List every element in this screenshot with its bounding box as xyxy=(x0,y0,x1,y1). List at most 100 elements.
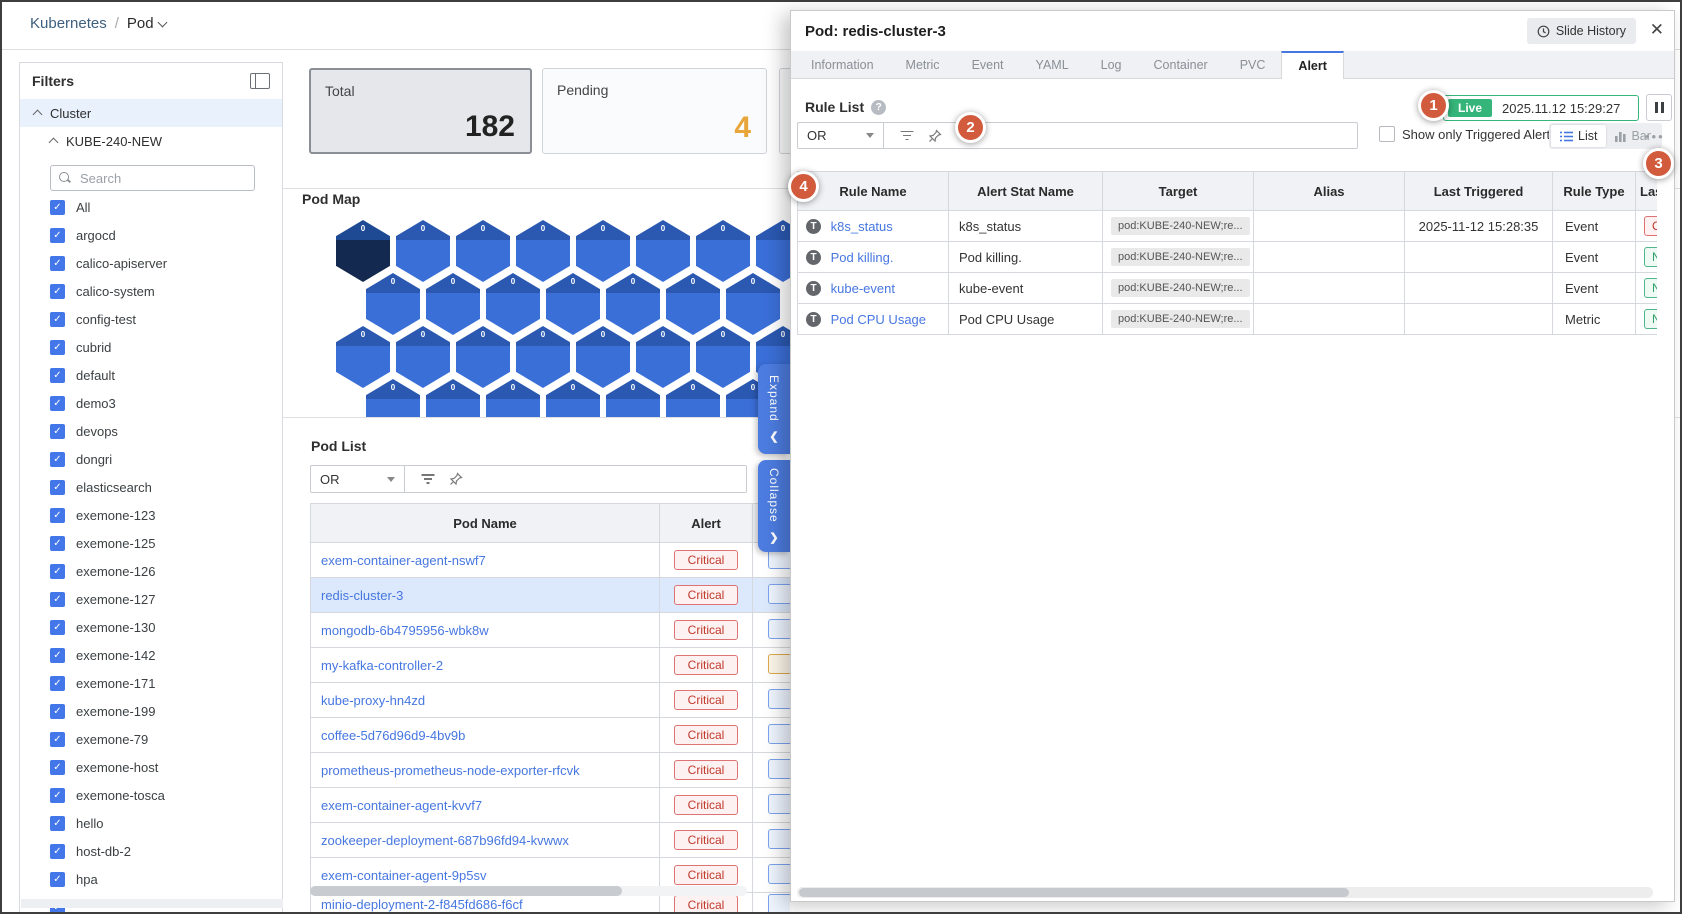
filter-icon[interactable] xyxy=(421,473,435,485)
pod-hexagon[interactable]: 0 xyxy=(726,273,780,335)
help-icon[interactable]: ? xyxy=(871,99,887,115)
namespace-item[interactable]: ✓ exemone-host xyxy=(50,760,282,775)
pod-hexagon[interactable]: 0 xyxy=(456,220,510,282)
panel-tab-alert[interactable]: Alert xyxy=(1281,51,1344,79)
pin-icon[interactable] xyxy=(449,472,463,486)
pod-list-horizontal-scrollbar[interactable] xyxy=(310,886,747,896)
target-chip[interactable]: pod:KUBE-240-NEW;re... xyxy=(1111,248,1250,266)
target-chip[interactable]: pod:KUBE-240-NEW;re... xyxy=(1111,310,1250,328)
pod-hexagon[interactable]: 0 xyxy=(486,379,540,417)
sidebar-bottom-scrollbar[interactable] xyxy=(21,899,283,908)
pod-hexagon[interactable]: 0 xyxy=(636,220,690,282)
pod-hexagon[interactable]: 0 xyxy=(546,379,600,417)
panel-expand-tab[interactable]: Expand ❮ xyxy=(758,364,790,454)
rule-name-link[interactable]: Pod CPU Usage xyxy=(831,312,926,327)
pod-name-link[interactable]: redis-cluster-3 xyxy=(310,577,660,613)
pod-hexagon[interactable]: 0 xyxy=(696,220,750,282)
namespace-item[interactable]: ✓ exemone-123 xyxy=(50,508,282,523)
column-header-last-triggered[interactable]: Last Triggered xyxy=(1404,171,1553,211)
close-icon[interactable]: ✕ xyxy=(1650,20,1664,40)
sidebar-collapse-icon[interactable] xyxy=(250,73,270,89)
summary-card-pending[interactable]: Pending 4 xyxy=(542,68,767,154)
pod-list-operator-select[interactable]: OR xyxy=(311,466,405,492)
scrollbar-thumb[interactable] xyxy=(310,886,622,896)
namespace-item[interactable]: ✓ exemone-127 xyxy=(50,592,282,607)
rule-list-operator-select[interactable]: OR xyxy=(798,123,884,148)
panel-collapse-tab[interactable]: Collapse ❯ xyxy=(758,460,790,552)
column-header-target[interactable]: Target xyxy=(1102,171,1254,211)
namespace-item[interactable]: ✓ calico-apiserver xyxy=(50,256,282,271)
panel-tab-yaml[interactable]: YAML xyxy=(1020,51,1085,78)
pod-hexagon[interactable]: 0 xyxy=(606,379,660,417)
column-header-pod-name[interactable]: Pod Name xyxy=(310,503,660,543)
search-input[interactable] xyxy=(78,169,232,187)
column-header-alert-stat-name[interactable]: Alert Stat Name xyxy=(948,171,1103,211)
pod-name-link[interactable]: my-kafka-controller-2 xyxy=(310,647,660,683)
pause-button[interactable] xyxy=(1646,94,1672,121)
pod-name-link[interactable]: mongodb-6b4795956-wbk8w xyxy=(310,612,660,648)
column-header-alias[interactable]: Alias xyxy=(1253,171,1405,211)
pod-name-link[interactable]: kube-proxy-hn4zd xyxy=(310,682,660,718)
namespace-item[interactable]: ✓ elasticsearch xyxy=(50,480,282,495)
pod-name-link[interactable]: exem-container-agent-kvvf7 xyxy=(310,787,660,823)
pod-hexagon[interactable]: 0 xyxy=(696,326,750,388)
scrollbar-thumb[interactable] xyxy=(799,888,1349,897)
pod-hexagon[interactable]: 0 xyxy=(516,220,570,282)
namespace-item[interactable]: ✓ demo3 xyxy=(50,396,282,411)
namespace-item[interactable]: ✓ dongri xyxy=(50,452,282,467)
pod-hexagon[interactable]: 0 xyxy=(456,326,510,388)
pod-hexagon[interactable]: 0 xyxy=(756,220,790,282)
pod-hexagon[interactable]: 0 xyxy=(606,273,660,335)
pod-hexagon[interactable]: 0 xyxy=(486,273,540,335)
pod-hexagon[interactable]: 0 xyxy=(426,273,480,335)
namespace-search[interactable] xyxy=(50,165,255,191)
namespace-item[interactable]: ✓ config-test xyxy=(50,312,282,327)
view-list-button[interactable]: List xyxy=(1551,125,1607,147)
pod-name-link[interactable]: exem-container-agent-nswf7 xyxy=(310,542,660,578)
pod-hexagon[interactable]: 0 xyxy=(516,326,570,388)
panel-tab-pvc[interactable]: PVC xyxy=(1224,51,1282,78)
more-options-icon[interactable]: ••• xyxy=(1645,129,1665,144)
pod-hexagon[interactable]: 0 xyxy=(576,220,630,282)
breadcrumb-page-dropdown[interactable]: Pod xyxy=(127,15,167,32)
namespace-item[interactable]: ✓ cubrid xyxy=(50,340,282,355)
panel-tab-event[interactable]: Event xyxy=(956,51,1020,78)
pod-hexagon[interactable]: 0 xyxy=(426,379,480,417)
namespace-item[interactable]: ✓ All xyxy=(50,200,282,215)
pod-hexagon[interactable]: 0 xyxy=(366,273,420,335)
pod-name-link[interactable]: prometheus-prometheus-node-exporter-rfcv… xyxy=(310,752,660,788)
rule-name-link[interactable]: kube-event xyxy=(831,281,895,296)
target-chip[interactable]: pod:KUBE-240-NEW;re... xyxy=(1111,279,1250,297)
checkbox-unchecked-icon[interactable] xyxy=(1379,126,1395,142)
panel-horizontal-scrollbar[interactable] xyxy=(797,887,1653,898)
panel-tab-container[interactable]: Container xyxy=(1138,51,1224,78)
pod-name-link[interactable]: zookeeper-deployment-687b96fd94-kvwwx xyxy=(310,822,660,858)
namespace-item[interactable]: ✓ exemone-79 xyxy=(50,732,282,747)
rule-name-link[interactable]: k8s_status xyxy=(831,219,893,234)
pod-hexagon[interactable]: 0 xyxy=(366,379,420,417)
breadcrumb-app[interactable]: Kubernetes xyxy=(30,15,107,32)
namespace-item[interactable]: ✓ hpa xyxy=(50,872,282,887)
show-only-triggered-toggle[interactable]: Show only Triggered Alert xyxy=(1379,126,1550,142)
pod-hexagon[interactable]: 0 xyxy=(546,273,600,335)
pod-hexagon[interactable]: 0 xyxy=(336,326,390,388)
tree-item-cluster[interactable]: Cluster xyxy=(20,99,282,127)
pod-hexagon[interactable]: 0 xyxy=(666,273,720,335)
column-header-rule-name[interactable]: Rule Name xyxy=(797,171,949,211)
pod-hexagon[interactable]: 0 xyxy=(396,326,450,388)
namespace-item[interactable]: ✓ exemone-tosca xyxy=(50,788,282,803)
summary-card-total[interactable]: Total 182 xyxy=(309,68,532,154)
slide-history-button[interactable]: Slide History xyxy=(1526,18,1636,44)
namespace-item[interactable]: ✓ calico-system xyxy=(50,284,282,299)
column-header-alert[interactable]: Alert xyxy=(659,503,753,543)
namespace-item[interactable]: ✓ exemone-199 xyxy=(50,704,282,719)
namespace-item[interactable]: ✓ exemone-126 xyxy=(50,564,282,579)
namespace-item[interactable]: ✓ devops xyxy=(50,424,282,439)
target-chip[interactable]: pod:KUBE-240-NEW;re... xyxy=(1111,217,1250,235)
pod-hexagon[interactable]: 0 xyxy=(396,220,450,282)
namespace-item[interactable]: ✓ hello xyxy=(50,816,282,831)
panel-tab-information[interactable]: Information xyxy=(795,51,890,78)
namespace-item[interactable]: ✓ argocd xyxy=(50,228,282,243)
pod-hexagon[interactable]: 0 xyxy=(636,326,690,388)
namespace-item[interactable]: ✓ exemone-171 xyxy=(50,676,282,691)
